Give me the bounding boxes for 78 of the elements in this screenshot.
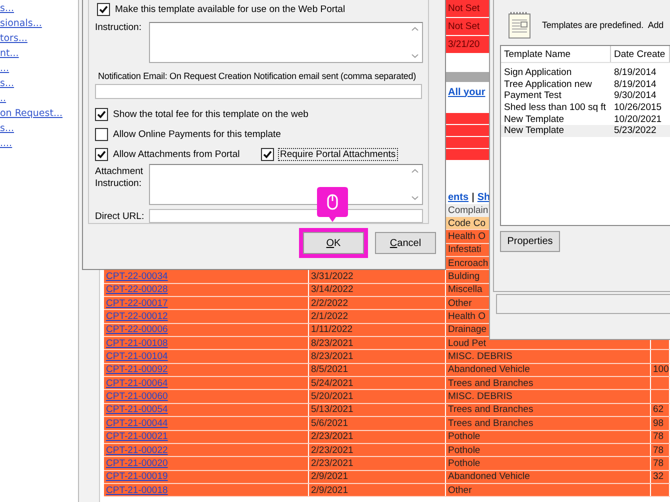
text-area[interactable] <box>149 164 423 205</box>
table-cell: 2/1/2022 <box>309 310 446 323</box>
input-field[interactable] <box>149 209 423 223</box>
table-cell: 8/23/2021 <box>309 337 446 350</box>
field-label: Attachment Instruction: <box>95 166 144 191</box>
column-header[interactable]: Date Create <box>611 46 670 62</box>
sidebar-link[interactable]: s... <box>0 123 78 135</box>
table-cell: 5/13/2021 <box>309 404 446 416</box>
sidebar-link[interactable]: nt... <box>0 48 78 60</box>
notepad-icon <box>508 11 532 39</box>
checkbox-label: Make this template available for use on the Web Portal <box>115 4 346 14</box>
table-cell: Pothole <box>446 430 651 443</box>
table-cell: 78 <box>651 444 670 456</box>
sidebar-link[interactable]: .. <box>0 93 78 105</box>
link[interactable]: All your <box>448 86 486 98</box>
checkbox[interactable] <box>95 128 108 141</box>
mouse-callout-icon <box>317 187 348 223</box>
field-label: Direct URL: <box>95 210 146 222</box>
list-row[interactable]: New Template 10/20/2021 <box>501 114 670 126</box>
table-cell: 2/9/2021 <box>309 470 446 483</box>
sidebar-link[interactable]: tors... <box>0 33 78 45</box>
list-row[interactable]: New Template 5/23/2022 <box>501 125 670 138</box>
sidebar-link[interactable]: s... <box>0 3 78 15</box>
table-cell: Trees and Branches <box>446 417 651 430</box>
table-cell: Abandoned Vehicle <box>446 470 651 483</box>
table-cell: Abandoned Vehicle <box>446 364 651 376</box>
table-cell: 8/5/2021 <box>309 364 446 376</box>
sidebar-link[interactable]: ... <box>0 63 78 75</box>
table-cell: 5/20/2021 <box>309 390 446 403</box>
field-label: Notification Email: On Request Creation Notification email sent (comma separated) <box>97 71 417 81</box>
table-cell: 78 <box>651 430 670 443</box>
table-cell: 2/2/2022 <box>309 297 446 310</box>
table-cell: 100 <box>651 364 670 376</box>
link-separator: | <box>472 192 474 202</box>
table-cell: Pothole <box>446 444 651 456</box>
checkbox[interactable] <box>95 148 108 161</box>
checkbox[interactable] <box>95 108 108 121</box>
list-row[interactable]: Tree Application new 8/19/2014 <box>501 78 670 90</box>
list-row[interactable]: Shed less than 100 sq ft 10/26/2015 <box>501 102 670 114</box>
field-label: Instruction: <box>95 22 142 35</box>
sidebar-link[interactable]: sionals... <box>0 18 78 30</box>
list-row[interactable]: Sign Application 8/19/2014 <box>501 67 670 79</box>
checkbox-label: Show the total fee for this template on the web <box>113 109 308 120</box>
table-cell: 1/11/2022 <box>309 324 446 336</box>
table-cell: MISC. DEBRIS <box>446 350 651 363</box>
checkbox[interactable] <box>261 148 274 161</box>
table-cell: 2/9/2021 <box>309 484 446 496</box>
table-cell: Trees and Branches <box>446 404 651 416</box>
table-cell: 3/14/2022 <box>309 284 446 296</box>
text-area[interactable] <box>149 22 423 63</box>
table-cell: Other <box>446 484 651 496</box>
link[interactable]: ents <box>448 192 469 202</box>
input-field[interactable] <box>95 84 422 99</box>
table-cell: MISC. DEBRIS <box>446 390 651 403</box>
table-cell: 2/23/2021 <box>309 457 446 470</box>
table-cell: 5/24/2021 <box>309 377 446 390</box>
properties-button[interactable]: Properties <box>500 231 560 252</box>
table-cell: Trees and Branches <box>446 377 651 390</box>
table-cell: 5/6/2021 <box>309 417 446 430</box>
dialog-button[interactable]: OK <box>303 232 364 254</box>
checkbox-label: Require Portal Attachments <box>279 149 397 160</box>
table-cell: 98 <box>651 417 670 430</box>
table-cell: 78 <box>651 457 670 470</box>
list-row[interactable]: Payment Test 9/30/2014 <box>501 90 670 102</box>
sidebar-link[interactable]: .... <box>0 138 78 150</box>
sidebar-link[interactable]: s... <box>0 78 78 90</box>
column-header[interactable]: Template Name <box>501 46 611 62</box>
checkbox-label: Allow Attachments from Portal <box>113 149 240 160</box>
table-cell: 32 <box>651 470 670 483</box>
table-cell: 2/23/2021 <box>309 444 446 456</box>
dialog-button[interactable]: Cancel <box>375 232 436 254</box>
table-cell: 62 <box>651 404 670 416</box>
table-cell: 8/23/2021 <box>309 350 446 363</box>
table-cell: 2/23/2021 <box>309 430 446 443</box>
sidebar-link[interactable]: on Request... <box>0 108 78 120</box>
table-cell: Pothole <box>446 457 651 470</box>
checkbox[interactable] <box>97 2 110 16</box>
checkbox-label: Allow Online Payments for this template <box>113 129 281 140</box>
